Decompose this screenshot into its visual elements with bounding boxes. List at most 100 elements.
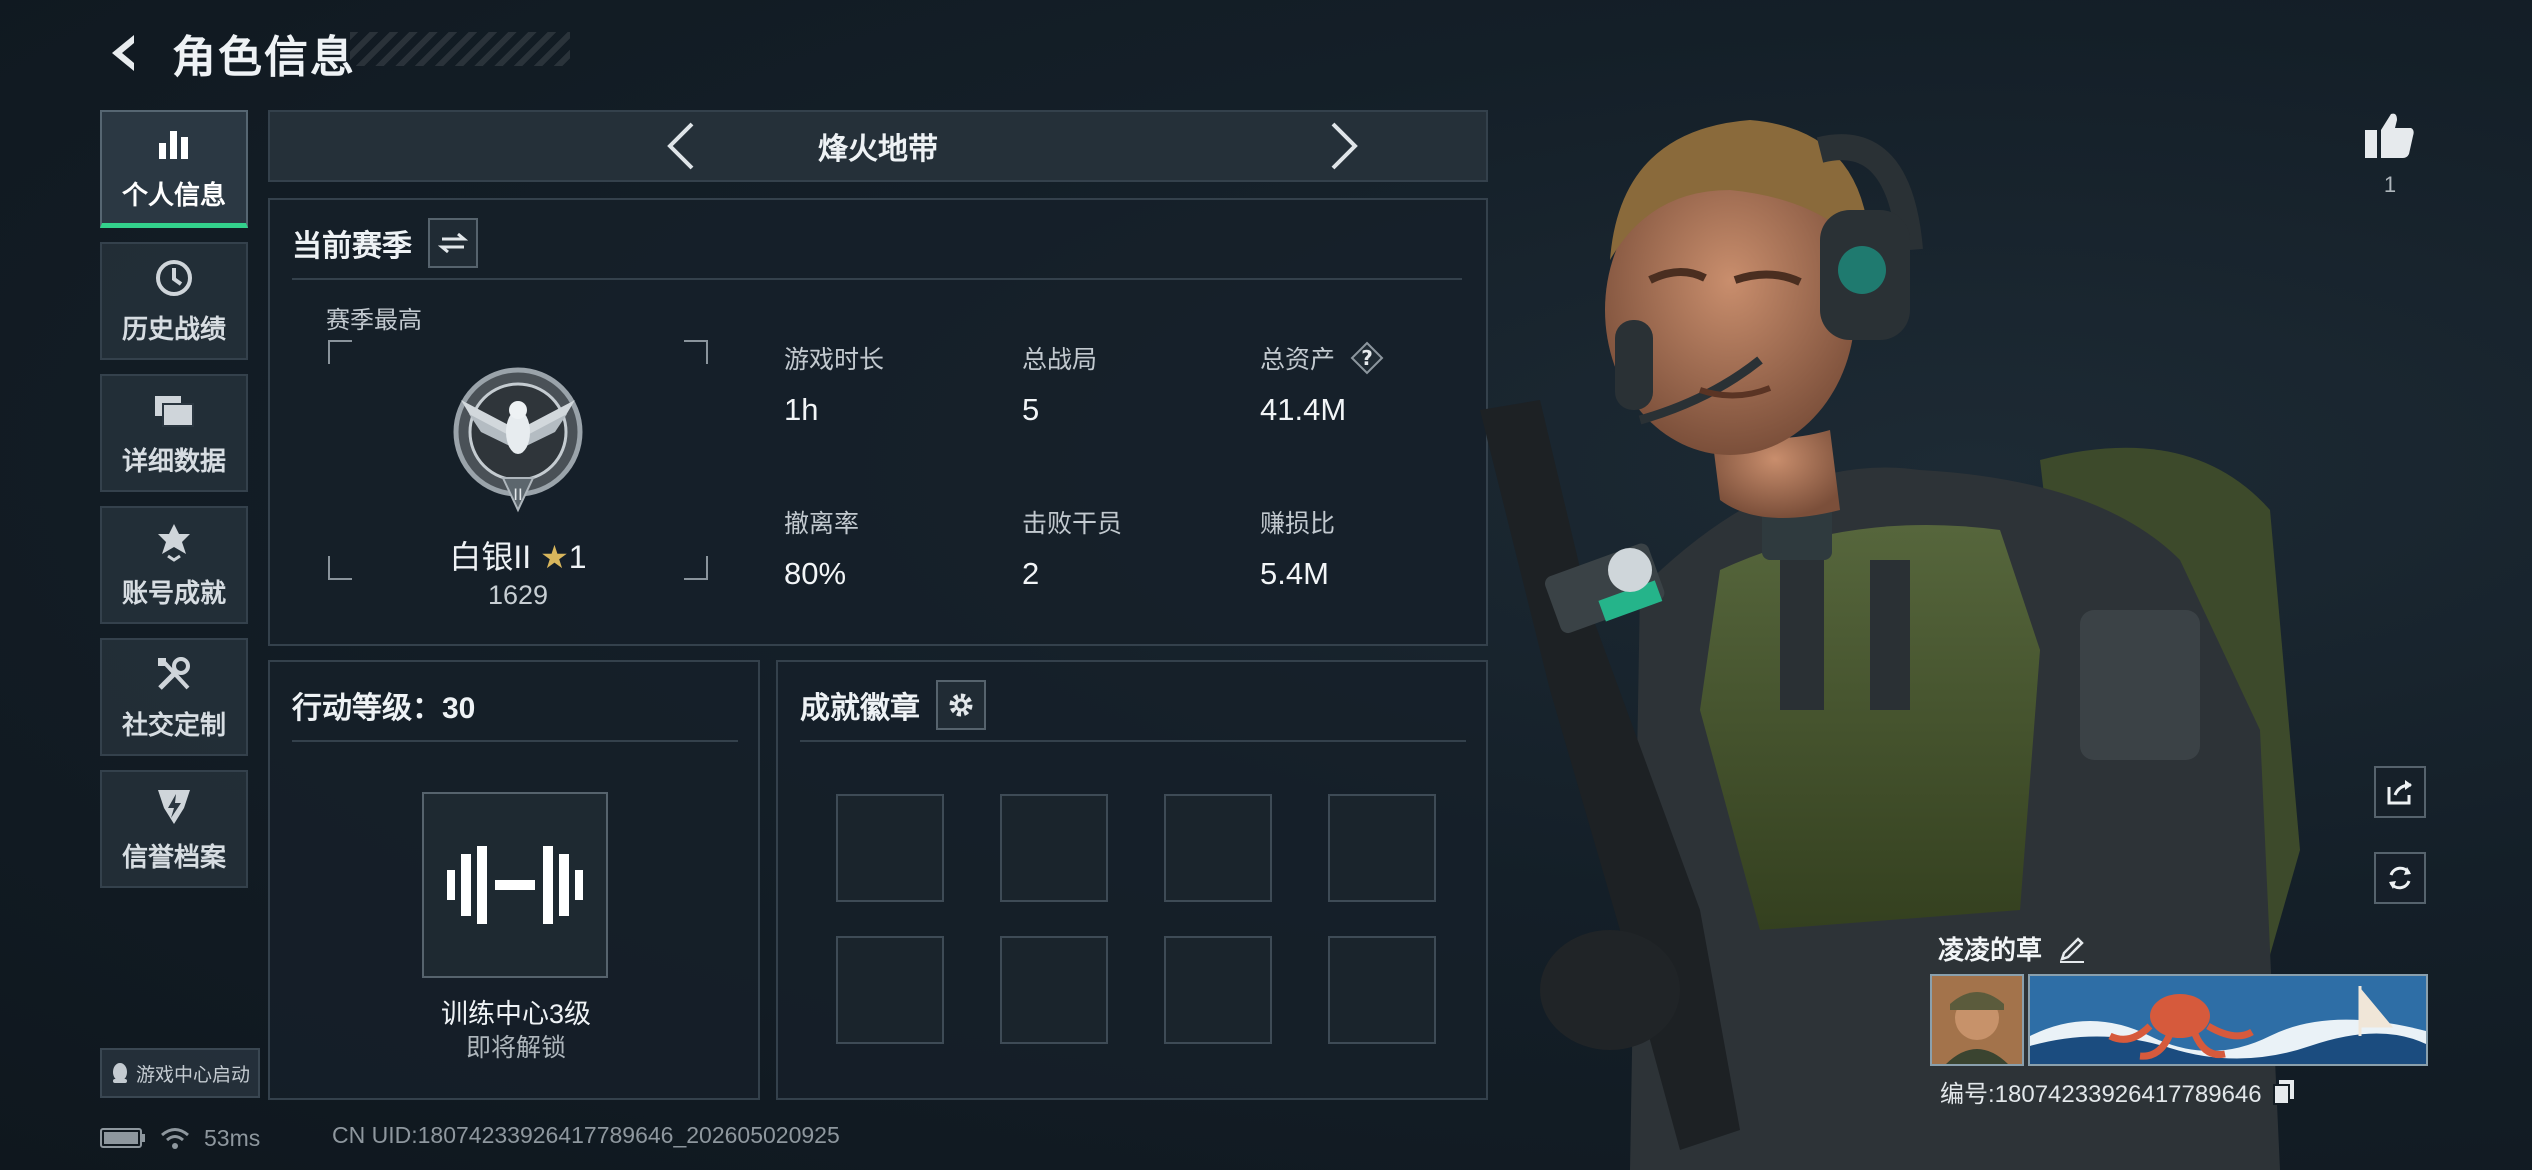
back-chevron-icon [112,35,134,71]
training-center-tile[interactable] [422,792,608,978]
corner-mark [684,340,708,364]
thumbs-up-icon [2365,113,2414,158]
share-icon [2387,780,2412,805]
nav-item-credit-record[interactable]: 信誉档案 [100,770,248,888]
season-switch-button[interactable] [428,218,478,268]
badge-slot[interactable] [836,936,944,1044]
battery-icon [100,1128,145,1148]
stat-extract-rate: 撤离率 80% [784,504,859,592]
nav-item-label: 个人信息 [121,180,226,210]
mode-selector: 烽火地带 [268,110,1488,182]
nav-item-label: 账号成就 [121,577,226,608]
nav-item-personal-info[interactable]: 个人信息 [100,110,248,228]
nav-item-label: 社交定制 [121,709,226,740]
mode-next-button[interactable] [1320,116,1370,176]
corner-mark [328,340,352,364]
share-button[interactable] [2374,766,2426,818]
like-button[interactable] [2350,100,2430,170]
page-header: 角色信息 [100,22,356,84]
edit-name-button[interactable] [2056,933,2088,965]
game-center-label: 游戏中心启动 [135,1064,250,1086]
ping-text: 53ms [204,1124,261,1151]
chevron-left-icon [667,122,694,170]
copy-button[interactable] [2270,1077,2298,1107]
nav-item-social-custom[interactable]: 社交定制 [100,638,248,756]
stat-value: 5.4M [1260,556,1329,591]
rank-box: II 白银II ★1 1629 [328,340,708,610]
stat-play-time: 游戏时长 1h [784,340,884,428]
bar-chart-icon [153,123,195,165]
nav-item-label: 详细数据 [121,445,226,476]
stat-label: 赚损比 [1260,510,1336,538]
back-button[interactable] [100,29,148,77]
stat-label-row: 总资产 ? [1260,340,1385,376]
nav-item-achievements[interactable]: 账号成就 [100,506,248,624]
nav-item-label: 信誉档案 [121,841,226,872]
stat-kills: 击败干员 2 [1022,504,1122,592]
chevron-right-icon [1331,122,1358,170]
gear-icon [949,693,973,717]
medal-icon [153,521,195,563]
status-bar: 53ms [100,1118,260,1158]
stat-profit-ratio: 赚损比 5.4M [1260,504,1335,592]
stat-value: 1h [784,392,819,427]
nav-item-match-history[interactable]: 历史战绩 [100,242,248,360]
stat-label: 总战局 [1022,346,1098,374]
refresh-icon [2389,866,2411,890]
training-center-name: 训练中心3级 [440,999,592,1029]
stat-total-matches: 总战局 5 [1022,340,1097,428]
badge-slot[interactable] [836,794,944,902]
stat-label: 击败干员 [1022,510,1123,538]
rank-stars: 1 [568,539,587,575]
nav-item-detailed-data[interactable]: 详细数据 [100,374,248,492]
badge-slot[interactable] [1000,936,1108,1044]
dumbbell-icon [447,846,583,924]
clock-icon [153,257,195,299]
rank-emblem-icon: II [453,367,583,513]
badges-settings-button[interactable] [936,680,986,730]
level-divider [292,740,738,742]
action-level-panel: 行动等级：30 训练中心3级 即将解锁 [268,660,760,1100]
help-icon[interactable]: ? [1349,340,1385,376]
season-title: 当前赛季 [292,230,412,263]
svg-text:II: II [513,485,522,504]
action-level-title: 行动等级：30 [292,692,476,725]
badge-slot[interactable] [1164,794,1272,902]
refresh-button[interactable] [2374,852,2426,904]
stat-value: 5 [1022,392,1040,427]
game-center-launch-button[interactable]: 游戏中心启动 [100,1048,260,1098]
season-divider [292,278,1462,280]
mode-label: 烽火地带 [818,133,938,166]
achievement-badges-panel: 成就徽章 [776,660,1488,1100]
badges-title: 成就徽章 [800,692,920,725]
swap-icon [438,232,468,254]
svg-text:?: ? [1361,346,1373,370]
player-name-row: 凌凌的草 [1938,930,2088,967]
rank-score: 1629 [487,580,549,610]
mode-prev-button[interactable] [655,116,705,176]
player-banner[interactable] [2028,974,2428,1066]
badge-slot[interactable] [1164,936,1272,1044]
badge-slot[interactable] [1000,794,1108,902]
stat-value: 41.4M [1260,392,1347,427]
qq-penguin-icon [112,1063,127,1083]
player-name: 凌凌的草 [1938,935,2043,965]
nav-item-label: 历史战绩 [121,313,226,344]
title-decoration [350,32,570,66]
season-panel: 当前赛季 赛季最高 II 白银II ★1 1629 游戏时长 1h 总战局 5 … [268,198,1488,646]
player-id: 编号:18074233926417789646 [1940,1081,2262,1108]
stat-total-assets: 总资产 ? 41.4M [1260,340,1385,428]
uid-text: CN UID:18074233926417789646_202605020925 [332,1122,840,1148]
sidebar-nav: 个人信息 历史战绩 详细数据 账号成就 社交定制 信誉档案 [100,110,248,902]
badges-divider [800,740,1466,742]
stat-value: 2 [1022,556,1040,591]
avatar[interactable] [1930,974,2024,1066]
wifi-icon [161,1128,189,1149]
stat-value: 80% [784,556,847,591]
season-best-label: 赛季最高 [326,307,422,334]
training-center-status: 即将解锁 [465,1034,566,1062]
player-id-row: 编号:18074233926417789646 [1940,1074,2298,1109]
page-title: 角色信息 [172,33,356,82]
copy-icon [2272,1079,2294,1105]
stat-label: 总资产 [1260,346,1336,374]
